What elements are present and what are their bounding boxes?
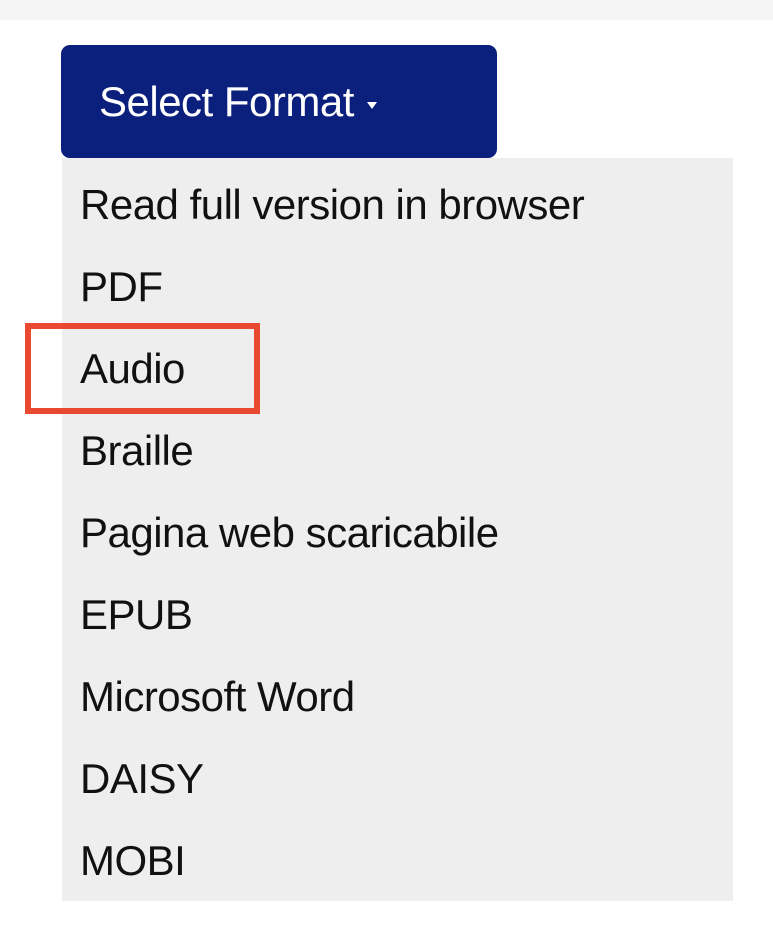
audio-highlight-box [25,323,260,414]
menu-item-read-in-browser[interactable]: Read full version in browser [80,164,585,246]
caret-down-icon [366,102,377,109]
menu-item-mobi[interactable]: MOBI [80,820,186,902]
top-background-band [0,0,773,20]
format-dropdown-menu: Read full version in browser PDF Audio B… [62,158,733,901]
menu-item-pdf[interactable]: PDF [80,246,163,328]
select-format-button[interactable]: Select Format [61,45,497,158]
menu-item-microsoft-word[interactable]: Microsoft Word [80,656,355,738]
menu-item-braille[interactable]: Braille [80,410,194,492]
menu-item-downloadable-web-page[interactable]: Pagina web scaricabile [80,492,499,574]
select-format-label: Select Format [99,77,354,125]
menu-item-epub[interactable]: EPUB [80,574,193,656]
menu-item-daisy[interactable]: DAISY [80,738,204,820]
